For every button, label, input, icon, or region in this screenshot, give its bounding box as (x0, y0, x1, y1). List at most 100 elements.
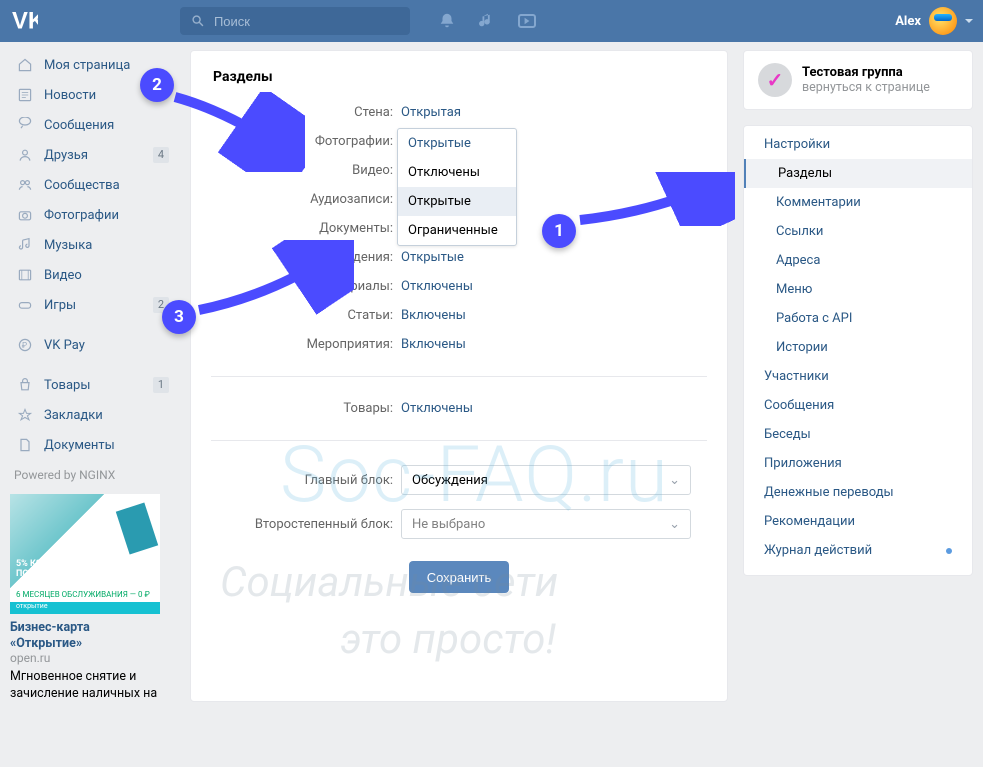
nav-friends[interactable]: Друзья4 (10, 140, 175, 170)
nav-communities[interactable]: Сообщества (10, 170, 175, 200)
chevron-down-icon: ⌄ (669, 517, 680, 532)
select-main-block[interactable]: Обсуждения ⌄ (401, 465, 691, 495)
settings-item-comments[interactable]: Комментарии (744, 188, 972, 217)
nav-photos[interactable]: Фотографии (10, 200, 175, 230)
label-audio: Аудиозаписи: (211, 192, 401, 207)
dropdown-option[interactable]: Открытые (398, 129, 516, 158)
vk-logo-icon[interactable]: VK (12, 7, 40, 35)
nav-label: Игры (44, 298, 76, 313)
nav-video[interactable]: Видео (10, 260, 175, 290)
nav-vkpay[interactable]: ₽ VK Pay (10, 330, 175, 360)
page-title: Разделы (211, 51, 707, 105)
dropdown-option[interactable]: Отключены (398, 158, 516, 187)
bell-icon[interactable] (438, 12, 456, 30)
ad-domain: open.ru (10, 651, 160, 665)
settings-item-sections[interactable]: Разделы (744, 159, 972, 188)
label-goods: Товары: (211, 401, 401, 416)
ad-image: 5% КЭШБЭК ПО БИЗНЕС-КАРТЕ 6 МЕСЯЦЕВ ОБСЛ… (10, 494, 160, 614)
nav-documents[interactable]: Документы (10, 430, 175, 460)
nav-music[interactable]: Музыка (10, 230, 175, 260)
settings-item-chats[interactable]: Беседы (744, 420, 972, 449)
nav-label: Сообщества (44, 178, 120, 193)
note-icon (16, 236, 34, 254)
back-to-page-link[interactable]: вернуться к странице (802, 80, 930, 95)
dropdown-option[interactable]: Ограниченные (398, 216, 516, 245)
right-column: ✓ Тестовая группа вернуться к странице Н… (743, 50, 973, 702)
svg-text:VK: VK (12, 8, 38, 34)
settings-item-members[interactable]: Участники (744, 362, 972, 391)
settings-item-stories[interactable]: Истории (744, 333, 972, 362)
ad-title: Бизнес-карта «Открытие» (10, 614, 160, 651)
label-events: Мероприятия: (211, 337, 401, 352)
settings-item-log[interactable]: Журнал действий (744, 536, 972, 565)
settings-item-apps[interactable]: Приложения (744, 449, 972, 478)
settings-nav-card: Настройки Разделы Комментарии Ссылки Адр… (743, 125, 973, 576)
settings-item-reco[interactable]: Рекомендации (744, 507, 972, 536)
ad-block[interactable]: 5% КЭШБЭК ПО БИЗНЕС-КАРТЕ 6 МЕСЯЦЕВ ОБСЛ… (10, 494, 160, 702)
settings-item-menu[interactable]: Меню (744, 275, 972, 304)
nav-label: Закладки (44, 408, 103, 423)
value-goods[interactable]: Отключены (401, 401, 707, 416)
settings-item-settings[interactable]: Настройки (744, 130, 972, 159)
label-video: Видео: (211, 163, 401, 178)
music-icon[interactable] (478, 12, 496, 30)
label-secondary-block: Второстепенный блок: (211, 517, 401, 532)
select-secondary-block[interactable]: Не выбрано ⌄ (401, 509, 691, 539)
nav-bookmarks[interactable]: Закладки (10, 400, 175, 430)
value-discussions[interactable]: Открытые (401, 250, 707, 265)
chevron-down-icon (965, 19, 973, 23)
dot-indicator-icon (946, 548, 952, 554)
select-main-block-value: Обсуждения (412, 473, 488, 488)
search-icon (190, 12, 206, 30)
settings-item-money[interactable]: Денежные переводы (744, 478, 972, 507)
message-icon (16, 116, 34, 134)
nav-label: Видео (44, 268, 82, 283)
value-wall[interactable]: Открытая (401, 105, 707, 120)
search-field[interactable] (180, 7, 410, 35)
nav-messages[interactable]: Сообщения (10, 110, 175, 140)
label-main-block: Главный блок: (211, 473, 401, 488)
dropdown-option[interactable]: Открытые (398, 187, 516, 216)
value-photos[interactable]: Открытые Открытые Отключены Открытые Огр… (401, 134, 707, 149)
nav-count: 4 (153, 147, 169, 163)
settings-item-messages[interactable]: Сообщения (744, 391, 972, 420)
label-docs: Документы: (211, 221, 401, 236)
nav-label: Сообщения (44, 118, 114, 133)
ad-description: Мгновенное снятие и зачисление наличных … (10, 665, 160, 702)
username-label: Alex (895, 14, 921, 29)
top-icons (438, 12, 536, 30)
ad-img-headline: 5% КЭШБЭК ПО БИЗНЕС-КАРТЕ (16, 560, 97, 580)
nav-goods[interactable]: Товары1 (10, 370, 175, 400)
user-menu[interactable]: Alex (895, 7, 973, 35)
left-nav: Моя страница Новости Сообщения Друзья4 С… (10, 50, 175, 702)
nav-games[interactable]: Игры2 (10, 290, 175, 320)
home-icon (16, 56, 34, 74)
value-articles[interactable]: Включены (401, 308, 707, 323)
group-avatar-icon: ✓ (758, 63, 792, 97)
settings-item-links[interactable]: Ссылки (744, 217, 972, 246)
label-articles: Статьи: (211, 308, 401, 323)
nav-label: VK Pay (44, 338, 85, 353)
nav-label: Документы (44, 438, 115, 453)
film-icon (16, 266, 34, 284)
nav-label: Товары (44, 378, 90, 393)
avatar-icon (929, 7, 957, 35)
settings-item-addresses[interactable]: Адреса (744, 246, 972, 275)
value-materials[interactable]: Отключены (401, 279, 707, 294)
video-play-icon[interactable] (518, 14, 536, 28)
label-photos: Фотографии: (211, 134, 401, 149)
search-input[interactable] (214, 14, 400, 29)
save-button[interactable]: Сохранить (409, 561, 510, 593)
check-icon: ✓ (767, 68, 784, 92)
group-header-card: ✓ Тестовая группа вернуться к странице (743, 50, 973, 110)
pay-icon: ₽ (16, 336, 34, 354)
community-icon (16, 176, 34, 194)
settings-item-api[interactable]: Работа с API (744, 304, 972, 333)
photos-dropdown: Открытые Отключены Открытые Ограниченные (397, 128, 517, 246)
nav-label: Новости (44, 88, 96, 103)
nav-label: Музыка (44, 238, 92, 253)
label-materials: Материалы: (211, 279, 401, 294)
friends-icon (16, 146, 34, 164)
news-icon (16, 86, 34, 104)
value-events[interactable]: Включены (401, 337, 707, 352)
